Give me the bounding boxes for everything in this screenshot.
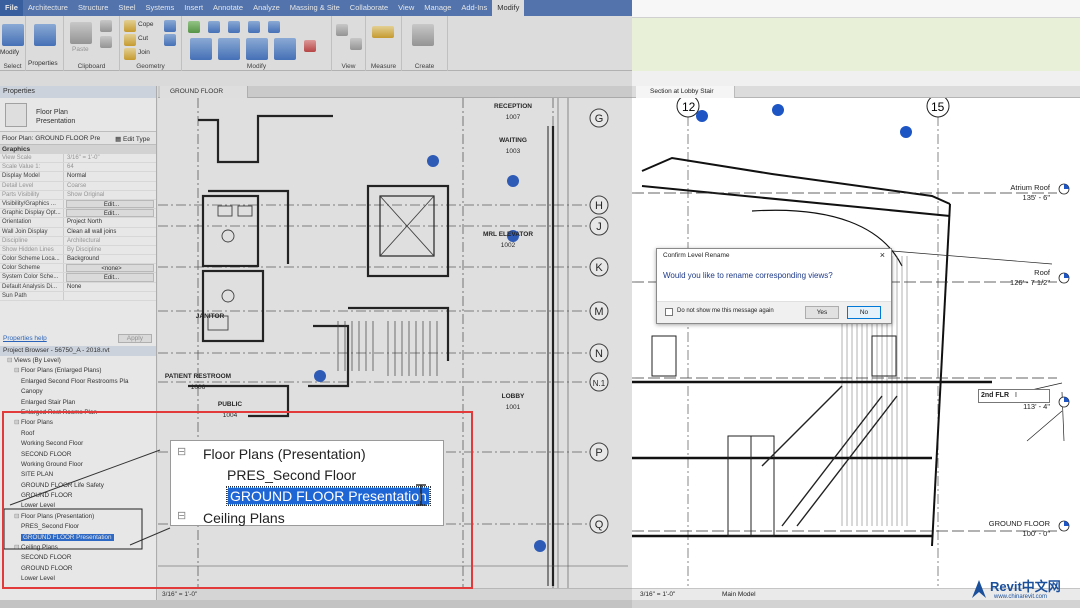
level-elev-atrium-roof: 135' - 6" bbox=[1023, 193, 1051, 202]
secondary-window-background bbox=[632, 18, 1080, 71]
zoom-selected-rename[interactable]: GROUND FLOOR Presentation bbox=[226, 486, 431, 506]
yes-button[interactable]: Yes bbox=[805, 306, 839, 319]
collapse-icon[interactable]: ⊟ bbox=[177, 445, 186, 458]
tab-section-label: Section at Lobby Stair bbox=[650, 88, 714, 95]
watermark-brand: Revit中文网 bbox=[990, 579, 1061, 594]
watermark-url: www.chinarevit.com bbox=[994, 594, 1048, 600]
revit-window: File Architecture Structure Steel Systems Ins… bbox=[0, 0, 1080, 608]
dont-show-checkbox[interactable] bbox=[665, 308, 673, 316]
dont-show-label[interactable]: Do not show me this message again bbox=[677, 308, 774, 314]
text-cursor-icon bbox=[416, 484, 426, 506]
zoom-selected-text[interactable]: GROUND FLOOR Presentation bbox=[226, 486, 431, 506]
tab-section-lobby-stair[interactable]: Section at Lobby Stair bbox=[636, 86, 735, 98]
close-icon[interactable]: × bbox=[880, 250, 885, 260]
revit-logo-icon bbox=[972, 580, 986, 598]
dialog-title: Confirm Level Rename bbox=[663, 252, 730, 259]
dialog-footer: Do not show me this message again Yes No bbox=[657, 301, 891, 323]
level-name-ground: GROUND FLOOR bbox=[989, 519, 1051, 528]
collapse-icon-2[interactable]: ⊟ bbox=[177, 509, 186, 522]
level-name-roof: Roof bbox=[1034, 268, 1051, 277]
section-tag-a404: A404 bbox=[900, 120, 912, 126]
level-elev-ground: 100' - 0" bbox=[1023, 529, 1051, 538]
dialog-message: Would you like to rename corresponding v… bbox=[663, 271, 833, 280]
level-name-atrium-roof: Atrium Roof bbox=[1010, 183, 1051, 192]
zoom-next-group[interactable]: Ceiling Plans bbox=[203, 510, 285, 526]
section-scale-readout[interactable]: 3/16" = 1'-0" bbox=[640, 591, 675, 598]
no-button[interactable]: No bbox=[847, 306, 881, 319]
zoomed-browser-callout: ⊟ Floor Plans (Presentation) PRES_Second… bbox=[170, 440, 444, 526]
level-name-input[interactable]: 2nd FLR I bbox=[978, 389, 1050, 403]
confirm-level-rename-dialog: Confirm Level Rename × Would you like to… bbox=[656, 248, 892, 324]
level-elev-roof: 126' - 7 1/2" bbox=[1010, 278, 1050, 287]
model-selector[interactable]: Main Model bbox=[722, 589, 756, 601]
watermark: Revit中文网 www.chinarevit.com bbox=[970, 574, 1080, 604]
section-view-tabbar: Section at Lobby Stair bbox=[632, 86, 1080, 98]
level-name-input-value: 2nd FLR bbox=[981, 392, 1009, 399]
grid-12: 12 bbox=[682, 100, 696, 114]
section-drawing: 12 15 Atrium Roof 135' - 6" Roof 126' - … bbox=[632, 86, 1080, 600]
zoom-group-label[interactable]: Floor Plans (Presentation) bbox=[203, 446, 366, 462]
section-tag-a401: A401 bbox=[772, 98, 784, 104]
grid-15: 15 bbox=[931, 100, 945, 114]
section-canvas[interactable]: 12 15 Atrium Roof 135' - 6" Roof 126' - … bbox=[632, 86, 1080, 600]
zoom-item-label[interactable]: PRES_Second Floor bbox=[227, 467, 356, 483]
secondary-window-titlebar bbox=[632, 0, 1080, 18]
level-elev-second: 113' - 4" bbox=[1023, 402, 1050, 411]
